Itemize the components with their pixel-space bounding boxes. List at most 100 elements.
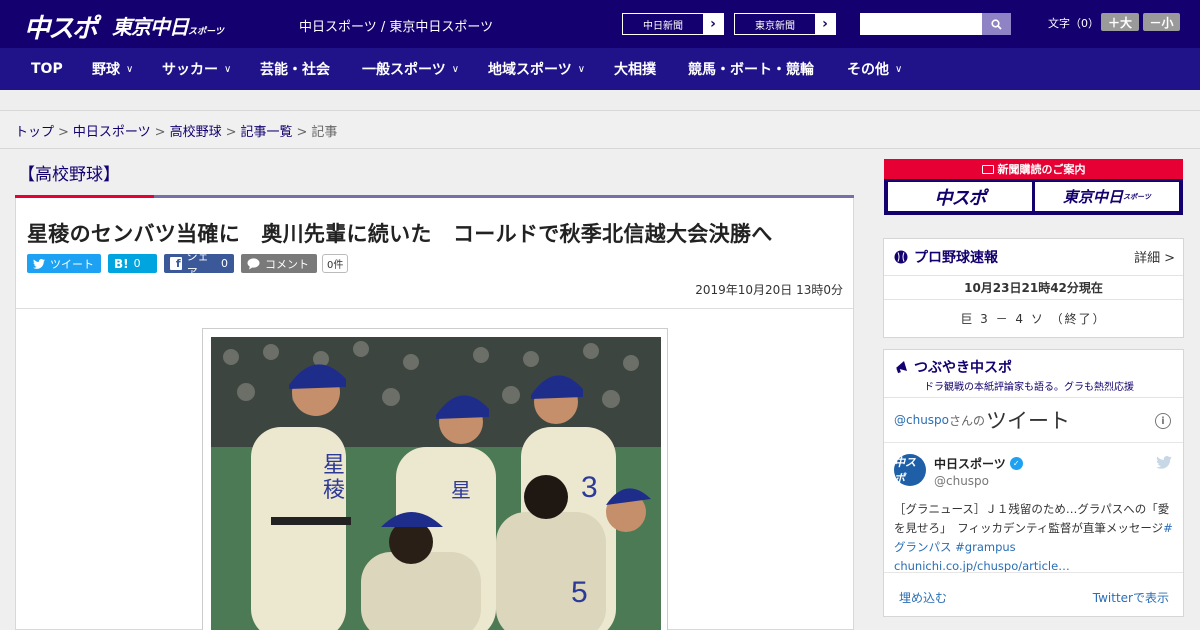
breadcrumb-top[interactable]: トップ <box>15 125 54 140</box>
breadcrumb: トップ > 中日スポーツ > 高校野球 > 記事一覧 > 記事 <box>15 121 337 140</box>
breadcrumb-high-school-baseball[interactable]: 高校野球 <box>170 125 222 140</box>
subscription-tokyo-chunichi[interactable]: 東京中日 スポーツ <box>1035 182 1179 211</box>
tweet-hashtag[interactable]: #grampus <box>955 540 1016 554</box>
info-icon[interactable]: i <box>1155 413 1171 429</box>
subscription-banner[interactable]: 新聞購読のご案内 中スポ 東京中日 スポーツ <box>884 159 1183 215</box>
search-button[interactable] <box>982 13 1011 35</box>
twitter-timeline-header: @chuspo さんの ツイート i <box>884 398 1183 443</box>
chuspo-logo[interactable]: 中スポ <box>24 8 98 45</box>
svg-text:星: 星 <box>323 452 345 477</box>
tweet-link[interactable]: chunichi.co.jp/chuspo/article… <box>894 559 1070 573</box>
subscription-tokyo-chunichi-sub: スポーツ <box>1123 192 1151 201</box>
tokyo-chunichi-logo-sub: スポーツ <box>188 27 224 37</box>
newspaper-icon <box>981 164 994 174</box>
comment-label: コメント <box>265 257 309 271</box>
tokyo-chunichi-logo[interactable]: 東京中日スポーツ <box>112 11 224 40</box>
pro-baseball-score[interactable]: 巨 3 － 4 ソ （終了） <box>884 300 1183 336</box>
breadcrumb-chunichi-sports[interactable]: 中日スポーツ <box>73 125 151 140</box>
nav-item-other[interactable]: その他 ∨ <box>847 48 902 90</box>
chevron-right-icon: > <box>1164 251 1175 266</box>
site-name-link[interactable]: 中日スポーツ / 東京中日スポーツ <box>299 16 493 35</box>
nav-item-label: その他 <box>847 62 889 78</box>
pro-baseball-time: 10月23日21時42分現在 <box>884 276 1183 300</box>
pro-baseball-detail-link[interactable]: 詳細 > <box>1134 247 1175 266</box>
tokyo-shimbun-button[interactable]: 東京新聞 › <box>734 13 836 35</box>
tweet-label: ツイート <box>50 257 94 271</box>
svg-text:稜: 稜 <box>323 477 345 502</box>
chevron-down-icon: ∨ <box>577 63 586 75</box>
chevron-down-icon: ∨ <box>451 63 460 75</box>
font-larger-button[interactable]: ＋大 <box>1101 13 1139 31</box>
nav-item-label: 一般スポーツ <box>362 62 446 78</box>
tweet-author-handle[interactable]: @chuspo <box>934 474 989 488</box>
facebook-share-count: 0 <box>221 257 228 270</box>
embed-link[interactable]: 埋め込む <box>899 589 947 606</box>
detail-label: 詳細 <box>1134 251 1161 266</box>
comment-count: 0件 <box>322 254 349 273</box>
subscription-chuspo[interactable]: 中スポ <box>888 182 1032 211</box>
twitter-timeline-title: ツイート <box>986 409 1071 433</box>
twitter-timeline-handle[interactable]: @chuspo <box>894 413 949 427</box>
tsubuyaki-header: つぶやき中スポ <box>894 357 1012 377</box>
site-header: 中スポ 東京中日スポーツ 中日スポーツ / 東京中日スポーツ 中日新聞 › 東京… <box>0 0 1200 48</box>
chevron-down-icon: ∨ <box>126 63 134 75</box>
nav-item-racing[interactable]: 競馬・ボート・競輪 <box>688 48 814 90</box>
nav-item-top[interactable]: TOP <box>31 48 63 90</box>
nav-item-sumo[interactable]: 大相撲 <box>614 48 656 90</box>
facebook-share-label: シェア <box>186 249 209 279</box>
pro-baseball-title: プロ野球速報 <box>914 250 998 266</box>
verified-icon: ✓ <box>1009 457 1023 470</box>
pro-baseball-header: プロ野球速報 詳細 > <box>884 239 1183 276</box>
chunichi-shimbun-button[interactable]: 中日新聞 › <box>622 13 724 35</box>
nav-item-baseball[interactable]: 野球 ∨ <box>92 48 133 90</box>
breadcrumb-separator: > <box>225 125 237 140</box>
comment-button[interactable]: コメント <box>241 254 317 273</box>
article-divider <box>16 308 853 309</box>
tweet-text: ［グラニュース］Ｊ１残留のため…グラパスへの「愛を見せろ」 フィッカデンティ監督… <box>894 500 1174 576</box>
nav-item-label: 芸能・社会 <box>260 62 330 78</box>
twitter-icon <box>33 258 45 269</box>
nav-item-label: 競馬・ボート・競輪 <box>688 62 814 78</box>
facebook-share-button[interactable]: f シェア 0 <box>164 250 234 279</box>
breadcrumb-article-list[interactable]: 記事一覧 <box>241 125 293 140</box>
view-on-twitter-link[interactable]: Twitterで表示 <box>1093 589 1169 606</box>
nav-item-label: 野球 <box>92 62 120 78</box>
article-photo[interactable]: 星 稜 星 3 5 <box>211 337 661 630</box>
tweet-button[interactable]: ツイート <box>27 254 101 273</box>
tokyo-shimbun-label: 東京新聞 <box>755 20 795 32</box>
chevron-down-icon: ∨ <box>224 63 232 75</box>
chevron-down-icon: ∨ <box>895 63 903 75</box>
baseball-players-photo: 星 稜 星 3 5 <box>211 337 661 630</box>
chevron-right-icon: › <box>703 14 723 34</box>
article-photo-frame: 星 稜 星 3 5 <box>202 328 668 630</box>
search-icon <box>991 18 1002 30</box>
nav-item-label: 地域スポーツ <box>488 62 572 78</box>
breadcrumb-separator: > <box>154 125 166 140</box>
breadcrumb-separator: > <box>296 125 308 140</box>
sub-bar <box>0 90 1200 111</box>
twitter-timeline: @chuspo さんの ツイート i 中スポ 中日スポーツ ✓ @chuspo … <box>884 397 1183 618</box>
breadcrumb-current: 記事 <box>311 125 338 140</box>
hatena-count: 0 <box>133 257 141 270</box>
hatena-bookmark-button[interactable]: B! 0 <box>108 254 157 273</box>
svg-text:星: 星 <box>451 480 471 502</box>
nav-item-general-sports[interactable]: 一般スポーツ ∨ <box>362 48 459 90</box>
tsubuyaki-subtitle: ドラ観戦の本紙評論家も語る。グラも熱烈応援 <box>924 382 1134 393</box>
tsubuyaki-panel: つぶやき中スポ ドラ観戦の本紙評論家も語る。グラも熱烈応援 @chuspo さん… <box>883 349 1184 617</box>
subscription-banner-title: 新聞購読のご案内 <box>997 163 1086 176</box>
tokyo-chunichi-logo-text: 東京中日 <box>112 15 189 39</box>
nav-item-local-sports[interactable]: 地域スポーツ ∨ <box>488 48 585 90</box>
nav-item-soccer[interactable]: サッカー ∨ <box>162 48 231 90</box>
search-input[interactable] <box>860 13 982 35</box>
twitter-bird-icon[interactable] <box>1156 456 1172 469</box>
nav-item-entertainment[interactable]: 芸能・社会 <box>260 48 330 90</box>
breadcrumb-separator: > <box>58 125 69 140</box>
chunichi-shimbun-label: 中日新聞 <box>643 20 683 32</box>
font-smaller-button[interactable]: －小 <box>1143 13 1180 31</box>
megaphone-icon <box>896 361 907 374</box>
avatar[interactable]: 中スポ <box>894 454 926 486</box>
comment-icon <box>247 257 260 269</box>
pro-baseball-panel: プロ野球速報 詳細 > 10月23日21時42分現在 巨 3 － 4 ソ （終了） <box>883 238 1184 338</box>
subscription-banner-header: 新聞購読のご案内 <box>884 159 1183 179</box>
tweet-author-name[interactable]: 中日スポーツ ✓ <box>934 455 1023 472</box>
